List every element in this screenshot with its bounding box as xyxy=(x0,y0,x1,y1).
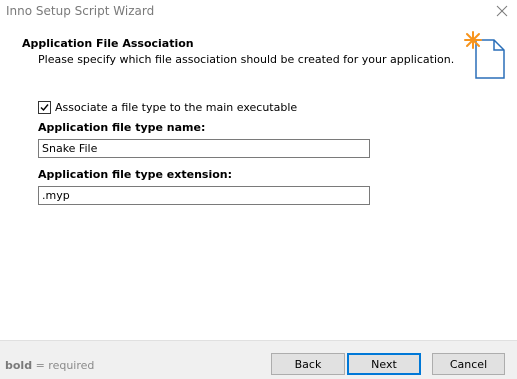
checkmark-icon xyxy=(40,103,49,111)
window-title: Inno Setup Script Wizard xyxy=(6,4,155,18)
type-extension-input[interactable] xyxy=(38,186,370,205)
next-button[interactable]: Next xyxy=(347,353,421,375)
type-name-label: Application file type name: xyxy=(38,121,206,134)
type-name-input[interactable] xyxy=(38,139,370,158)
page-subtitle: Please specify which file association sh… xyxy=(38,53,455,66)
back-button[interactable]: Back xyxy=(271,353,345,375)
wizard-page-icon xyxy=(462,30,508,80)
close-icon[interactable] xyxy=(493,2,511,20)
footer-bar: bold = required Back Next Cancel xyxy=(0,340,517,379)
associate-checkbox[interactable] xyxy=(38,100,51,114)
associate-checkbox-label: Associate a file type to the main execut… xyxy=(55,100,298,114)
required-hint-text: = required xyxy=(32,359,95,372)
page-header: Application File Association Please spec… xyxy=(0,22,517,84)
required-hint: bold = required xyxy=(5,359,94,372)
title-bar: Inno Setup Script Wizard xyxy=(0,0,517,22)
required-hint-bold: bold xyxy=(5,359,33,372)
cancel-button[interactable]: Cancel xyxy=(432,353,505,375)
associate-checkbox-row[interactable]: Associate a file type to the main execut… xyxy=(38,100,297,114)
page-title: Application File Association xyxy=(22,37,194,50)
type-extension-label: Application file type extension: xyxy=(38,168,233,181)
